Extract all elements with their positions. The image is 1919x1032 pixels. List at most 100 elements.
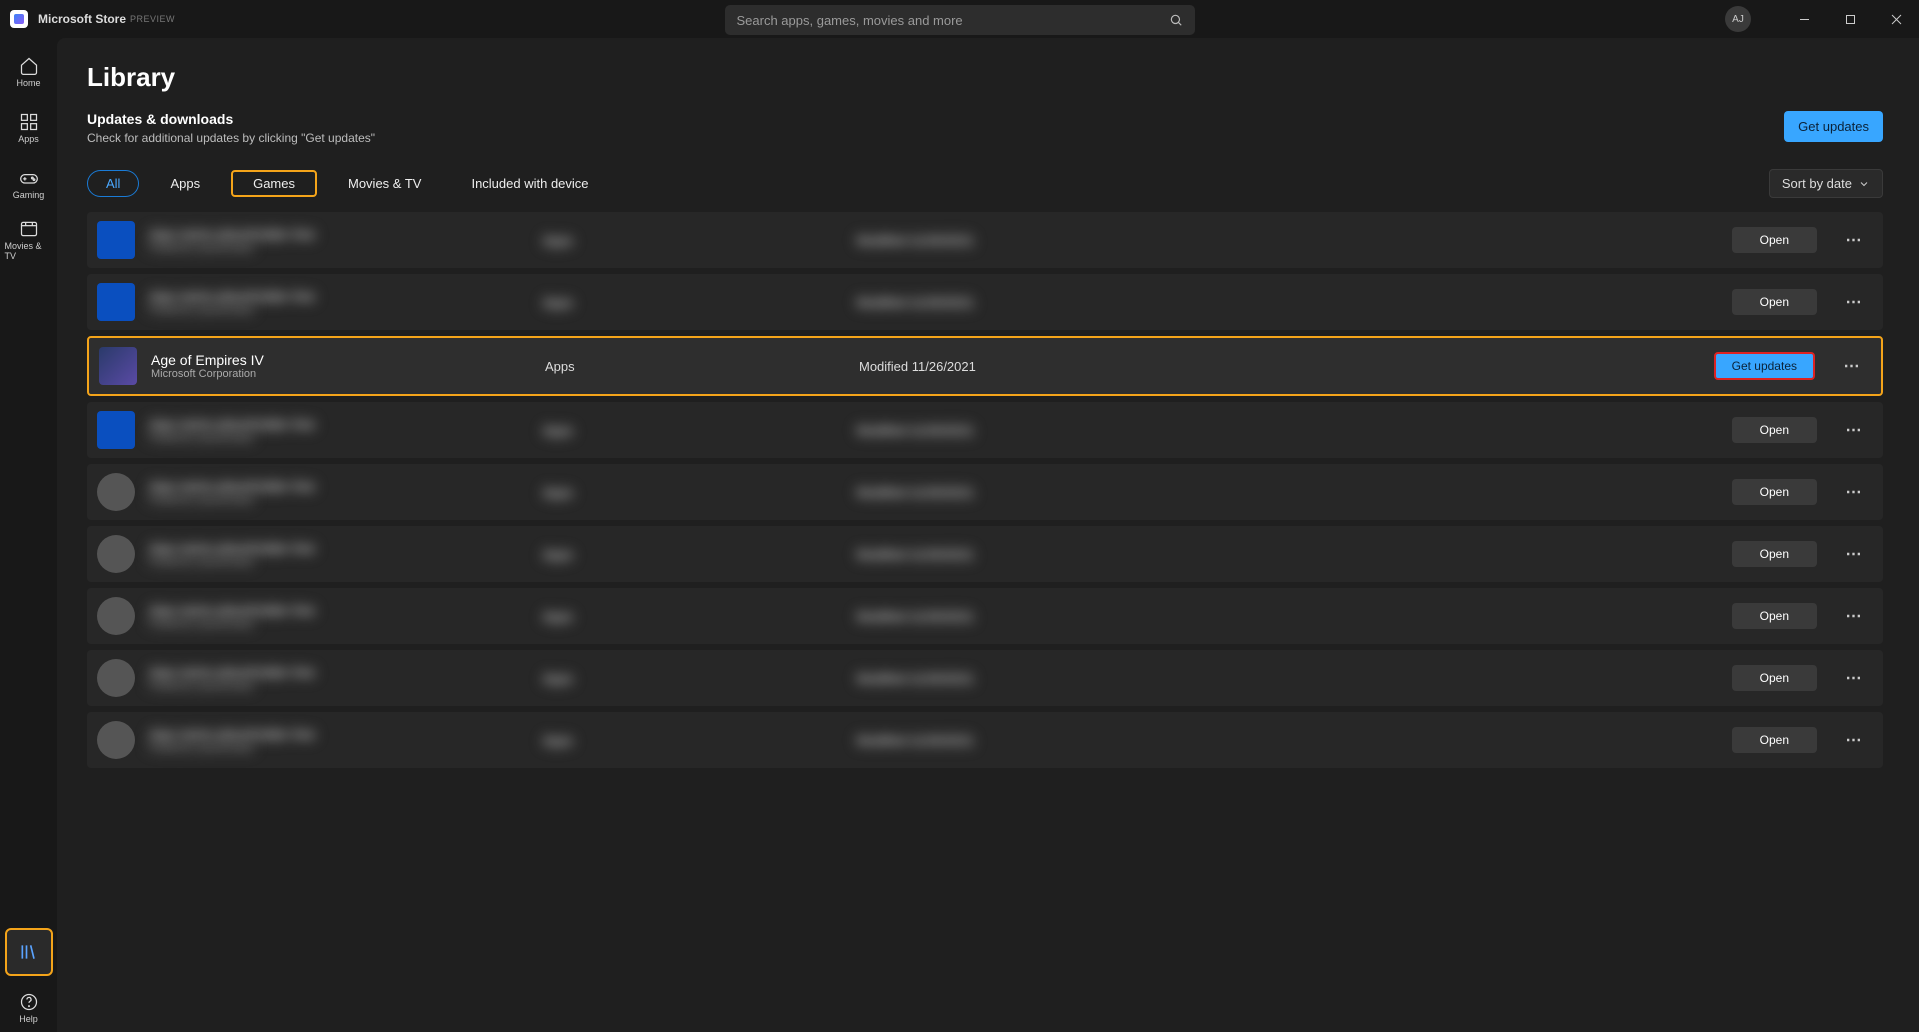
- sidebar-item-label: Movies & TV: [5, 241, 53, 261]
- filter-pill-all[interactable]: All: [87, 170, 139, 197]
- sidebar-item-movies[interactable]: Movies & TV: [5, 216, 53, 264]
- list-item[interactable]: Open ⋯: [87, 588, 1883, 644]
- app-modified: [857, 733, 1718, 748]
- app-category: [543, 485, 843, 500]
- app-publisher: [149, 742, 529, 754]
- app-thumbnail: [97, 221, 135, 259]
- app-title: Microsoft Store: [38, 12, 126, 26]
- list-item[interactable]: Open ⋯: [87, 712, 1883, 768]
- app-category: Apps: [545, 359, 845, 374]
- app-name: [149, 288, 529, 304]
- app-modified: [857, 609, 1718, 624]
- app-name: [149, 602, 529, 618]
- app-category: [543, 733, 843, 748]
- app-publisher: [149, 432, 529, 444]
- app-category: [543, 423, 843, 438]
- sidebar-item-library[interactable]: [5, 928, 53, 976]
- content-area: Library Updates & downloads Check for ad…: [57, 38, 1919, 1032]
- filter-pill-apps[interactable]: Apps: [151, 170, 219, 197]
- sidebar-item-home[interactable]: Home: [5, 48, 53, 96]
- app-publisher: [149, 494, 529, 506]
- more-icon[interactable]: ⋯: [1839, 725, 1869, 755]
- app-thumbnail: [97, 721, 135, 759]
- list-item[interactable]: Open ⋯: [87, 464, 1883, 520]
- list-item[interactable]: Age of Empires IVMicrosoft CorporationAp…: [87, 336, 1883, 396]
- close-button[interactable]: [1873, 0, 1919, 38]
- app-publisher: [149, 304, 529, 316]
- search-bar[interactable]: [725, 5, 1195, 35]
- app-category: [543, 295, 843, 310]
- app-thumbnail: [97, 473, 135, 511]
- more-icon[interactable]: ⋯: [1839, 287, 1869, 317]
- row-get-updates-button[interactable]: Get updates: [1714, 352, 1815, 380]
- app-name: [149, 416, 529, 432]
- section-subtitle: Check for additional updates by clicking…: [87, 131, 375, 145]
- titlebar: Microsoft Store PREVIEW AJ: [0, 0, 1919, 38]
- search-input[interactable]: [737, 13, 1169, 28]
- preview-badge: PREVIEW: [130, 14, 175, 24]
- more-icon[interactable]: ⋯: [1839, 477, 1869, 507]
- list-item[interactable]: Open ⋯: [87, 274, 1883, 330]
- chevron-down-icon: [1858, 178, 1870, 190]
- more-icon[interactable]: ⋯: [1839, 601, 1869, 631]
- list-item[interactable]: Open ⋯: [87, 526, 1883, 582]
- list-item[interactable]: Open ⋯: [87, 402, 1883, 458]
- filter-row: All Apps Games Movies & TV Included with…: [87, 169, 1883, 198]
- sidebar-item-label: Home: [16, 78, 40, 88]
- row-open-button[interactable]: Open: [1732, 289, 1817, 315]
- section-title: Updates & downloads: [87, 111, 375, 127]
- app-publisher: [149, 556, 529, 568]
- minimize-button[interactable]: [1781, 0, 1827, 38]
- row-open-button[interactable]: Open: [1732, 479, 1817, 505]
- sort-label: Sort by date: [1782, 176, 1852, 191]
- avatar[interactable]: AJ: [1725, 6, 1751, 32]
- app-name: [149, 540, 529, 556]
- sidebar-item-apps[interactable]: Apps: [5, 104, 53, 152]
- app-modified: [857, 485, 1718, 500]
- app-list: Open⋯Open⋯Age of Empires IVMicrosoft Cor…: [87, 212, 1883, 768]
- row-open-button[interactable]: Open: [1732, 603, 1817, 629]
- more-icon[interactable]: ⋯: [1839, 415, 1869, 445]
- search-icon: [1169, 13, 1183, 27]
- maximize-button[interactable]: [1827, 0, 1873, 38]
- app-modified: [857, 547, 1718, 562]
- app-thumbnail: [97, 659, 135, 697]
- app-modified: [857, 671, 1718, 686]
- app-name: Age of Empires IV: [151, 352, 531, 368]
- app-publisher: [149, 618, 529, 630]
- app-modified: [857, 423, 1718, 438]
- app-thumbnail: [99, 347, 137, 385]
- more-icon[interactable]: ⋯: [1839, 225, 1869, 255]
- app-thumbnail: [97, 411, 135, 449]
- app-name: [149, 478, 529, 494]
- app-name: [149, 664, 529, 680]
- row-open-button[interactable]: Open: [1732, 227, 1817, 253]
- filter-pill-included[interactable]: Included with device: [452, 170, 607, 197]
- more-icon[interactable]: ⋯: [1837, 351, 1867, 381]
- list-item[interactable]: Open ⋯: [87, 650, 1883, 706]
- row-open-button[interactable]: Open: [1732, 727, 1817, 753]
- sidebar: Home Apps Gaming Movies & TV Help: [0, 38, 57, 1032]
- filter-pill-games[interactable]: Games: [231, 170, 317, 197]
- app-publisher: [149, 242, 529, 254]
- app-category: [543, 233, 843, 248]
- app-category: [543, 609, 843, 624]
- get-updates-button[interactable]: Get updates: [1784, 111, 1883, 142]
- sort-dropdown[interactable]: Sort by date: [1769, 169, 1883, 198]
- sidebar-item-gaming[interactable]: Gaming: [5, 160, 53, 208]
- row-open-button[interactable]: Open: [1732, 541, 1817, 567]
- app-thumbnail: [97, 597, 135, 635]
- page-title: Library: [87, 62, 1883, 93]
- filter-pill-movies[interactable]: Movies & TV: [329, 170, 440, 197]
- app-name: [149, 226, 529, 242]
- row-open-button[interactable]: Open: [1732, 665, 1817, 691]
- more-icon[interactable]: ⋯: [1839, 663, 1869, 693]
- sidebar-item-label: Help: [19, 1014, 38, 1024]
- list-item[interactable]: Open ⋯: [87, 212, 1883, 268]
- more-icon[interactable]: ⋯: [1839, 539, 1869, 569]
- row-open-button[interactable]: Open: [1732, 417, 1817, 443]
- app-modified: [857, 295, 1718, 310]
- sidebar-item-help[interactable]: Help: [5, 984, 53, 1032]
- app-modified: [857, 233, 1718, 248]
- sidebar-item-label: Gaming: [13, 190, 45, 200]
